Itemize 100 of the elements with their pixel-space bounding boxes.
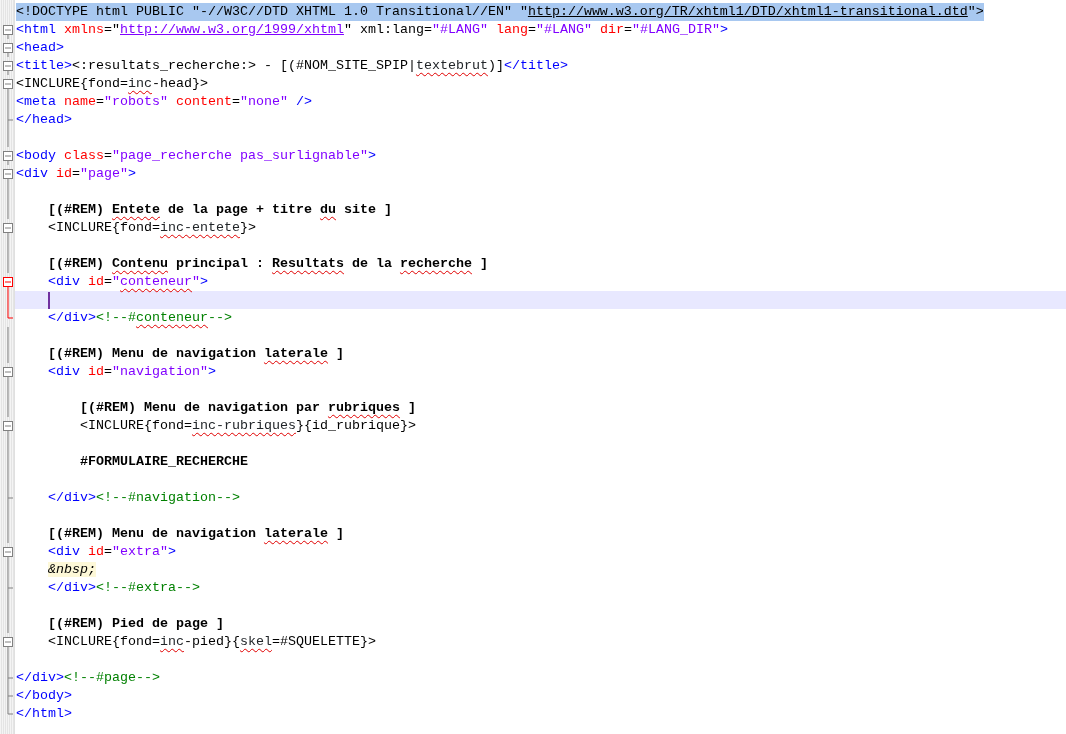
fold-toggle-icon[interactable] — [3, 169, 13, 179]
tag-text: </head> — [16, 112, 72, 127]
attribute-text: id — [88, 544, 104, 559]
fold-line — [7, 651, 9, 669]
comment-text: de la — [351, 256, 393, 271]
tag-text: <html — [16, 22, 56, 37]
fold-toggle-icon[interactable] — [3, 277, 13, 287]
code-text: )] — [487, 58, 504, 73]
fold-line — [7, 93, 9, 111]
code-text: <:resultats_recherche:> - [(#NOM_SITE_SPIP| — [72, 58, 416, 73]
code-text: = — [104, 364, 112, 379]
text-cursor — [48, 291, 50, 309]
fold-line — [7, 291, 9, 309]
code-text: = — [72, 166, 80, 181]
comment-text: Contenu — [112, 256, 168, 271]
code-text: inc-rubriques — [192, 418, 296, 433]
code-text: <INCLURE{fond= — [48, 220, 160, 235]
tag-text: <meta — [16, 94, 56, 109]
string-text: " — [112, 274, 120, 289]
code-text: = — [527, 22, 536, 37]
code-text: = — [232, 94, 240, 109]
code-text: = — [104, 148, 112, 163]
attribute-text: name — [64, 94, 96, 109]
comment-text: <!--#extra--> — [96, 580, 200, 595]
tag-text: <div — [48, 364, 80, 379]
code-text: <INCLURE{fond= — [80, 418, 192, 433]
comment-text: [(#REM) — [48, 256, 105, 271]
comment-text: du — [319, 202, 336, 217]
comment-text: [(#REM) Menu de navigation — [48, 346, 257, 361]
code-text: -pied}{ — [184, 634, 240, 649]
comment-text: --> — [208, 310, 232, 325]
comment-text: <!--#navigation--> — [96, 490, 240, 505]
tag-text: </title> — [503, 58, 568, 73]
code-text: inc — [128, 76, 152, 91]
attribute-text: class — [64, 148, 104, 163]
tag-text: > — [208, 364, 216, 379]
comment-text: site ] — [343, 202, 392, 217]
code-text: " xml:lang= — [343, 22, 432, 37]
fold-toggle-icon[interactable] — [3, 367, 13, 377]
string-text: "none" — [240, 94, 288, 109]
code-text: inc-entete — [160, 220, 240, 235]
code-text: = — [623, 22, 632, 37]
string-text: "#LANG" — [535, 22, 592, 37]
tag-text: <head> — [16, 40, 64, 55]
string-text: "navigation" — [112, 364, 208, 379]
fold-toggle-icon[interactable] — [3, 421, 13, 431]
attribute-text: id — [88, 364, 104, 379]
fold-toggle-icon[interactable] — [3, 547, 13, 557]
string-text: "#LANG_DIR" — [631, 22, 720, 37]
comment-text: laterale — [263, 526, 328, 541]
code-text: <INCLURE{fond= — [16, 76, 128, 91]
tag-text: <title> — [16, 58, 72, 73]
fold-toggle-icon[interactable] — [3, 61, 13, 71]
attribute-text: content — [176, 94, 232, 109]
string-text: conteneur — [120, 274, 192, 289]
comment-text: #FORMULAIRE_RECHERCHE — [80, 454, 248, 469]
tag-text: <div — [16, 166, 48, 181]
comment-text: principal : — [176, 256, 265, 271]
tag-text: </body> — [16, 688, 72, 703]
fold-toggle-icon[interactable] — [3, 151, 13, 161]
code-text: skel — [240, 634, 272, 649]
comment-text: [(#REM) Menu de navigation par — [80, 400, 321, 415]
string-text: " — [192, 274, 200, 289]
entity-text: &nbsp; — [48, 562, 96, 577]
fold-toggle-icon[interactable] — [3, 43, 13, 53]
code-text: textebrut — [415, 58, 488, 73]
fold-toggle-icon[interactable] — [3, 637, 13, 647]
code-text: = — [96, 94, 104, 109]
tag-text: </div> — [48, 580, 96, 595]
fold-line — [7, 561, 9, 579]
tag-text: <div — [48, 544, 80, 559]
fold-line — [7, 129, 9, 147]
tag-text: > — [200, 274, 208, 289]
fold-end-marker — [7, 579, 14, 597]
code-text: "> — [967, 4, 984, 19]
tag-text: > — [367, 148, 376, 163]
code-text: =" — [104, 22, 120, 37]
comment-text: Entete — [112, 202, 160, 217]
tag-text: > — [128, 166, 136, 181]
tag-text: </html> — [16, 706, 72, 721]
tag-text: </div> — [16, 670, 64, 685]
code-text: = — [104, 274, 112, 289]
fold-toggle-icon[interactable] — [3, 25, 13, 35]
string-text: "robots" — [104, 94, 168, 109]
fold-toggle-icon[interactable] — [3, 79, 13, 89]
fold-toggle-icon[interactable] — [3, 223, 13, 233]
string-text: "page" — [80, 166, 128, 181]
tag-text: /> — [296, 94, 312, 109]
code-text: = — [104, 544, 112, 559]
tag-text: > — [168, 544, 176, 559]
tag-text: > — [719, 22, 728, 37]
comment-text: recherche — [399, 256, 472, 271]
string-text: "#LANG" — [431, 22, 488, 37]
comment-text: [(#REM) Pied de page ] — [48, 616, 224, 631]
attribute-text: xmlns — [64, 22, 104, 37]
comment-text: <!--#page--> — [64, 670, 160, 685]
string-text: "page_recherche pas_surlignable" — [112, 148, 368, 163]
code-text: <INCLURE{fond= — [48, 634, 160, 649]
code-text: =#SQUELETTE}> — [272, 634, 376, 649]
comment-text: de la page + titre — [168, 202, 313, 217]
